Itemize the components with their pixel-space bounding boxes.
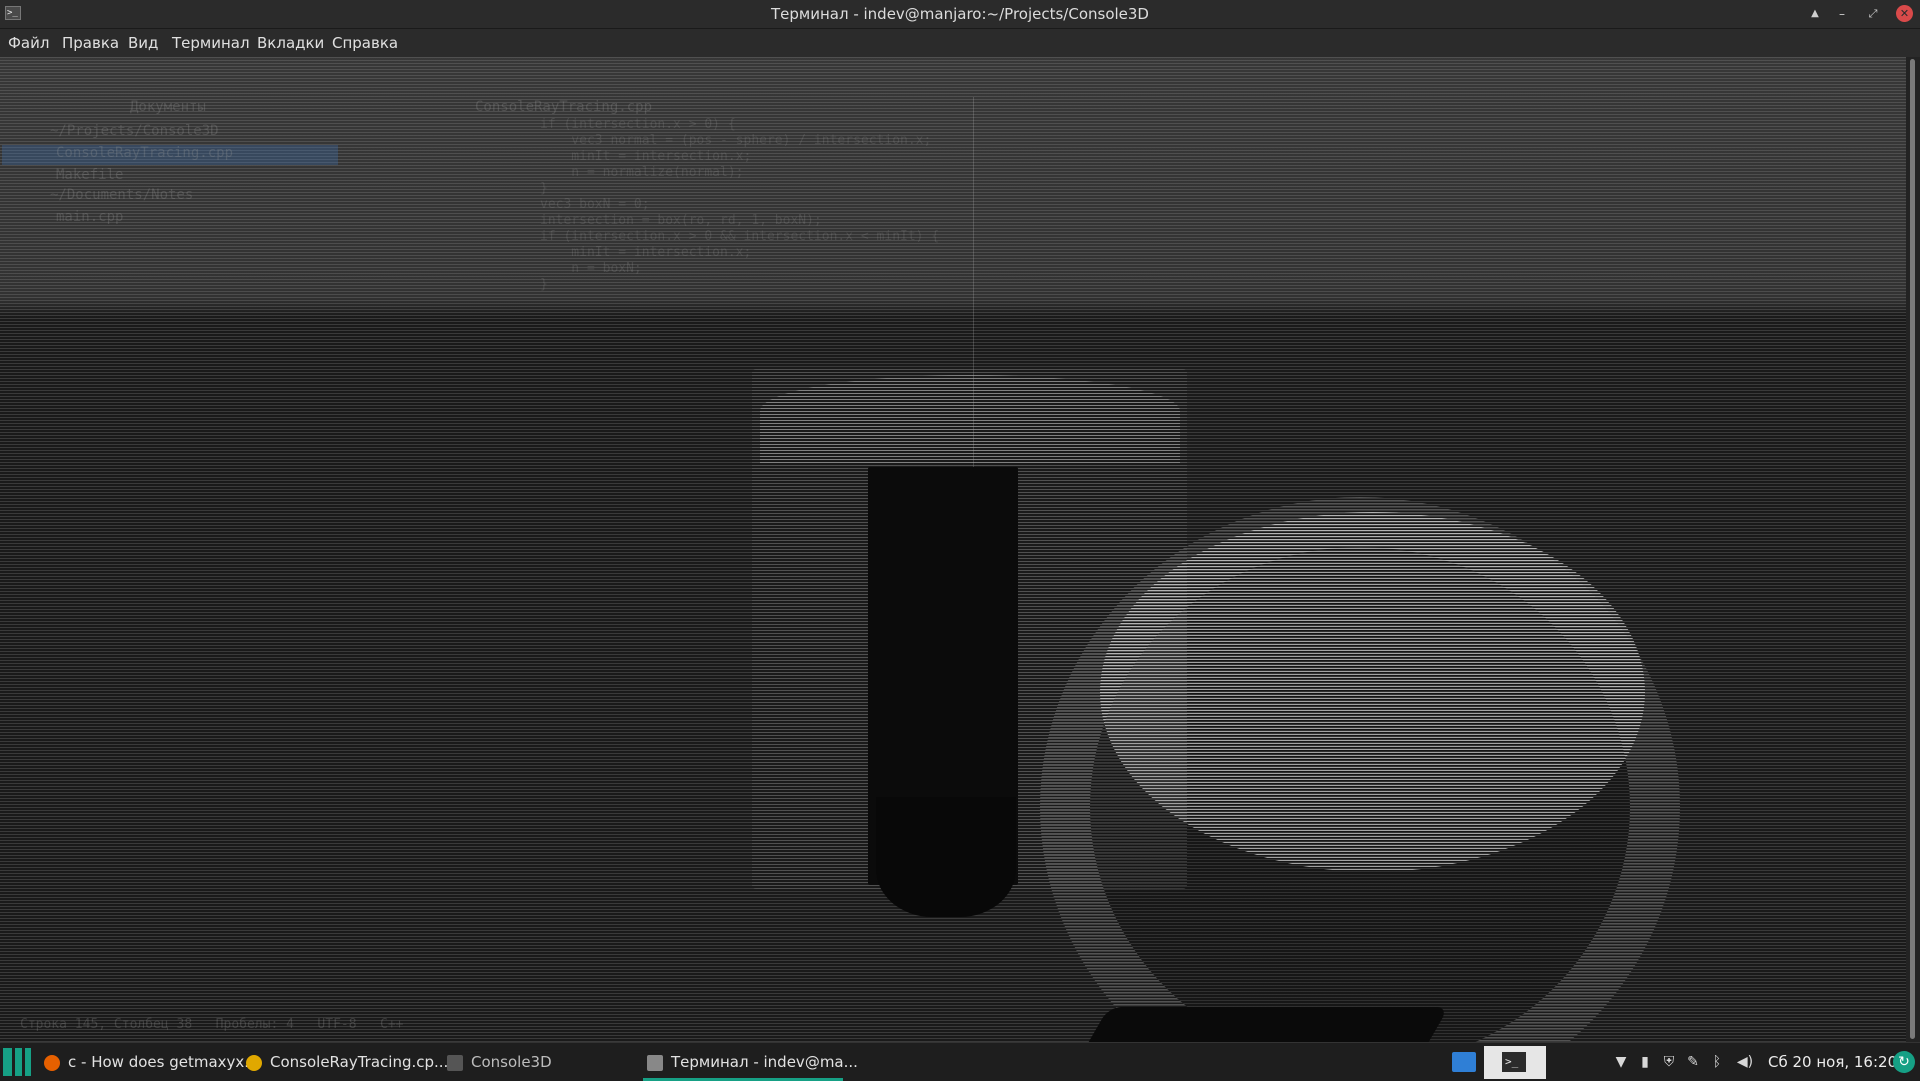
terminal-scrollbar[interactable] xyxy=(1906,57,1920,1042)
title-bar: >_ Терминал - indev@manjaro:~/Projects/C… xyxy=(0,0,1920,29)
code-line: vec3 boxN = 0; xyxy=(540,197,650,212)
terminal-icon xyxy=(647,1054,663,1071)
window-title: Терминал - indev@manjaro:~/Projects/Cons… xyxy=(770,5,1149,23)
ascii-render-shadow-wedge xyxy=(1051,1007,1449,1042)
task-file-manager[interactable]: Console3D xyxy=(447,1043,552,1081)
terminal-output[interactable]: Документы ConsoleRayTracing.cpp ~/Projec… xyxy=(0,57,1906,1042)
code-line: minIt = intersection.x; xyxy=(540,245,752,260)
ghost-status-line: Строка 145, Столбец 38 Пробелы: 4 UTF-8 … xyxy=(20,1017,404,1032)
task-label: ConsoleRayTracing.cp... xyxy=(270,1053,449,1071)
side-panel-item: ~/Documents/Notes xyxy=(50,187,194,203)
volume-icon[interactable]: ◀) xyxy=(1736,1053,1754,1071)
task-terminal[interactable]: Терминал - indev@ma... xyxy=(647,1043,858,1081)
taskbar: c - How does getmaxyx... ConsoleRayTraci… xyxy=(0,1042,1920,1081)
side-panel-header: Документы xyxy=(130,99,206,115)
code-line: if (intersection.x > 0) { xyxy=(540,117,736,132)
security-icon[interactable]: ⛨ xyxy=(1660,1053,1678,1071)
ascii-render-box-top xyxy=(760,375,1180,465)
workspace-1[interactable] xyxy=(1452,1052,1476,1072)
task-label: Терминал - indev@ma... xyxy=(671,1053,858,1071)
side-panel-item: main.cpp xyxy=(56,209,124,225)
side-panel-item: Makefile xyxy=(56,167,124,183)
menu-terminal[interactable]: Терминал xyxy=(172,29,250,57)
menu-view[interactable]: Вид xyxy=(128,29,158,57)
side-panel-tab: ConsoleRayTracing.cpp xyxy=(475,99,653,115)
menu-bar: Файл Правка Вид Терминал Вкладки Справка xyxy=(0,29,1920,57)
task-editor[interactable]: ConsoleRayTracing.cp... xyxy=(246,1043,448,1081)
code-line: intersection = box(ro, rd, 1, boxN); xyxy=(540,213,822,228)
terminal-icon: >_ xyxy=(1502,1052,1526,1072)
ascii-render-shadow-lower xyxy=(876,797,1016,917)
side-panel-item: ConsoleRayTracing.cpp xyxy=(56,145,234,161)
code-line: } xyxy=(540,277,548,292)
manjaro-menu-button[interactable] xyxy=(3,1048,31,1076)
code-line: } xyxy=(540,181,548,196)
code-line: vec3 normal = (pos - sphere) / intersect… xyxy=(540,133,932,148)
close-button[interactable]: ✕ xyxy=(1896,5,1913,22)
code-line: n = boxN; xyxy=(540,261,642,276)
task-label: Console3D xyxy=(471,1053,552,1071)
maximize-button[interactable]: ⤢ xyxy=(1864,5,1882,23)
minimize-button[interactable]: – xyxy=(1833,5,1851,23)
firefox-icon xyxy=(44,1054,60,1071)
ghost-side-panel: Документы ConsoleRayTracing.cpp ~/Projec… xyxy=(0,57,652,777)
bluetooth-icon[interactable]: ᛒ xyxy=(1708,1053,1726,1071)
side-panel-item: ~/Projects/Console3D xyxy=(50,123,219,139)
code-line: n = normalize(normal); xyxy=(540,165,744,180)
menu-help[interactable]: Справка xyxy=(332,29,398,57)
keep-above-button[interactable]: ▲ xyxy=(1806,5,1824,23)
menu-edit[interactable]: Правка xyxy=(62,29,119,57)
folder-icon xyxy=(447,1054,463,1071)
scrollbar-thumb[interactable] xyxy=(1910,59,1915,1039)
editor-icon xyxy=(246,1054,262,1071)
workspace-2[interactable]: >_ xyxy=(1484,1046,1546,1079)
network-icon[interactable]: ▼ xyxy=(1612,1053,1630,1071)
task-firefox[interactable]: c - How does getmaxyx... xyxy=(44,1043,259,1081)
menu-tabs[interactable]: Вкладки xyxy=(257,29,324,57)
clip-icon[interactable]: ✎ xyxy=(1684,1053,1702,1071)
code-line: if (intersection.x > 0 && intersection.x… xyxy=(540,229,940,244)
menu-file[interactable]: Файл xyxy=(8,29,49,57)
clock[interactable]: Сб 20 ноя, 16:20 xyxy=(1768,1043,1897,1081)
update-icon[interactable]: ↻ xyxy=(1893,1051,1915,1073)
code-line: minIt = intersection.x; xyxy=(540,149,752,164)
battery-icon[interactable]: ▮ xyxy=(1636,1053,1654,1071)
task-label: c - How does getmaxyx... xyxy=(68,1053,259,1071)
